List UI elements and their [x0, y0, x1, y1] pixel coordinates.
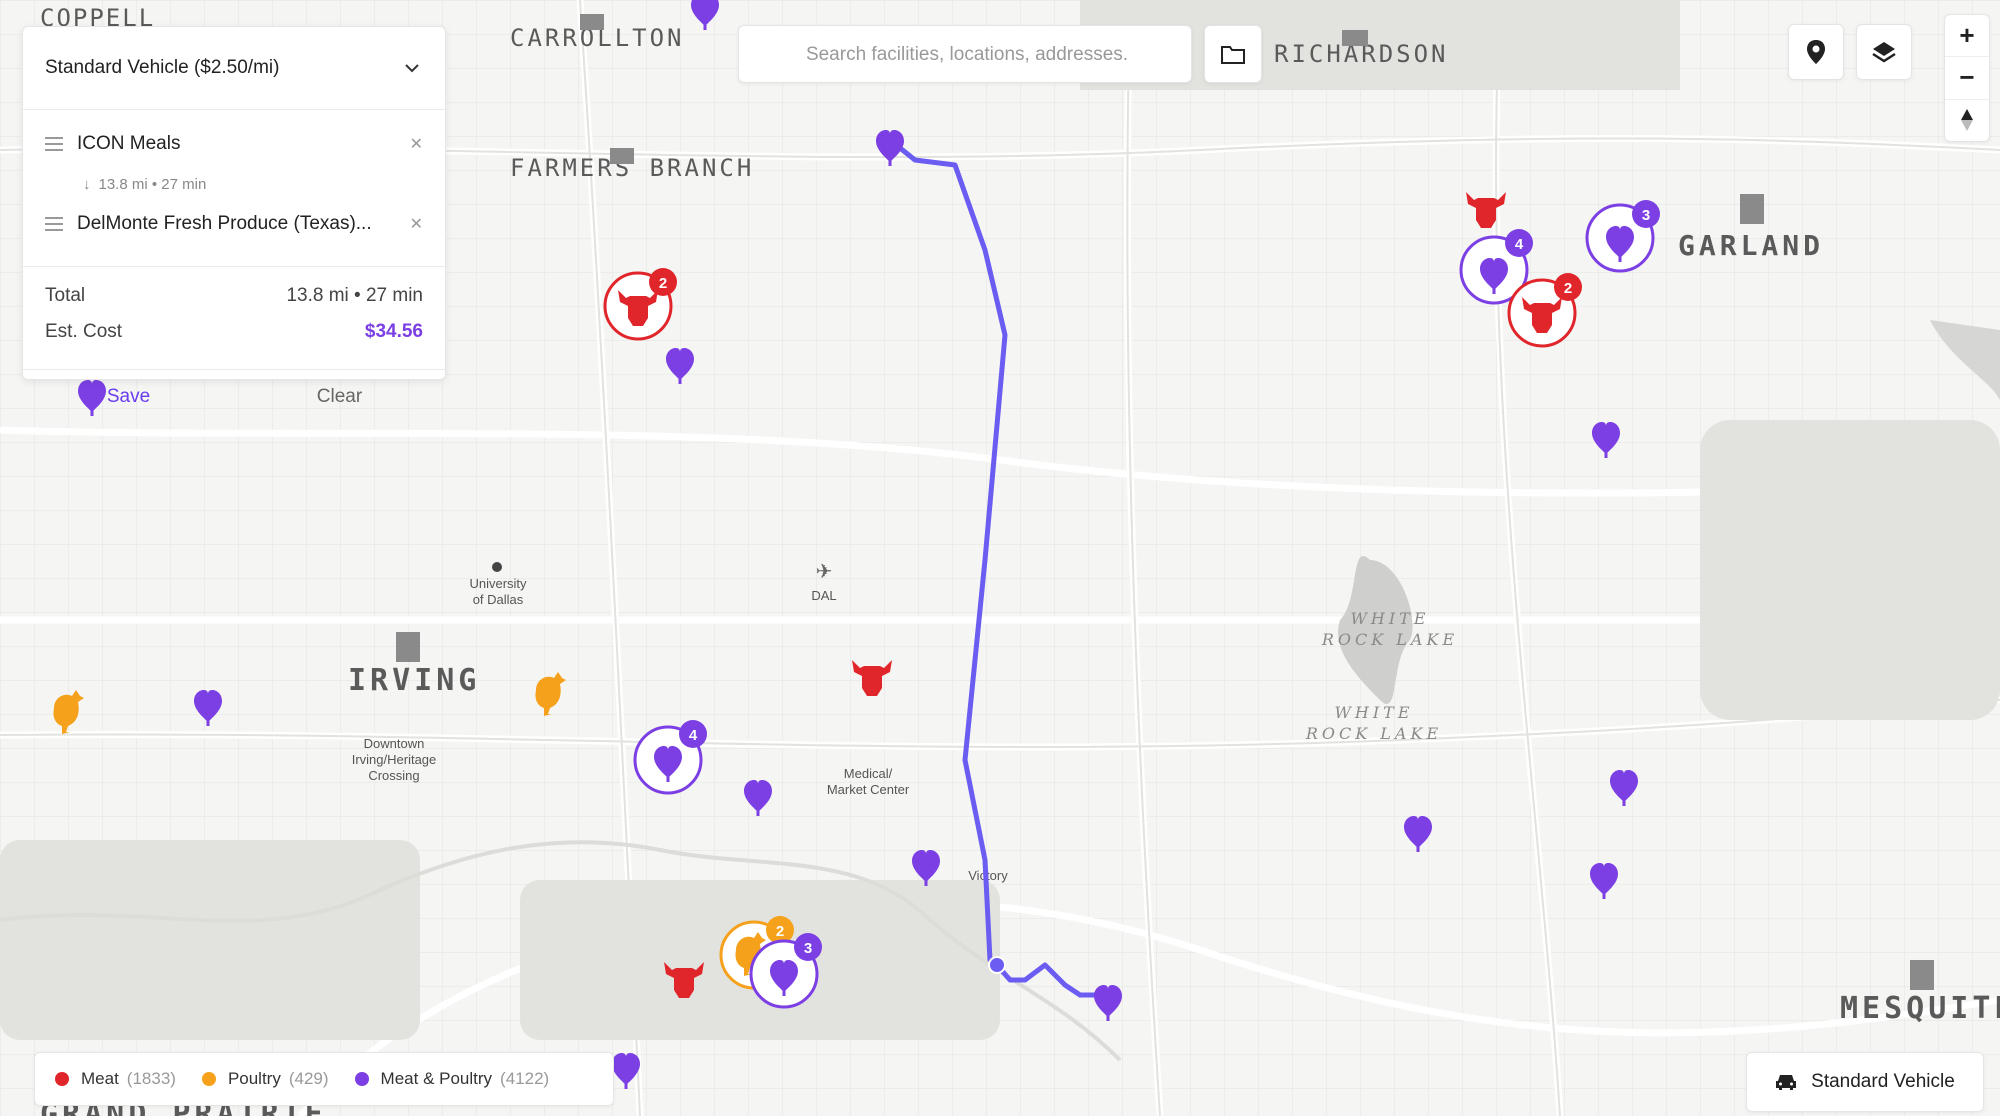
svg-text:4: 4	[1515, 236, 1524, 253]
landmark-medical-line2: Market Center	[827, 782, 910, 797]
drag-handle-icon[interactable]	[45, 217, 63, 231]
lake-label-1-line1: WHITE	[1350, 609, 1429, 628]
search-input[interactable]	[739, 26, 1195, 84]
route-stop-2[interactable]: DelMonte Fresh Produce (Texas)... ✕	[23, 204, 445, 244]
arrow-down-icon: ↓	[83, 175, 91, 193]
landmark-airport: DAL	[811, 588, 836, 603]
vehicle-button[interactable]: Standard Vehicle	[1746, 1052, 1984, 1112]
legend-label: Meat	[81, 1069, 119, 1088]
folder-button[interactable]	[1204, 25, 1262, 83]
svg-text:2: 2	[776, 923, 784, 940]
route-stop-name: DelMonte Fresh Produce (Texas)...	[77, 213, 372, 234]
airport-icon: ✈	[816, 561, 833, 583]
drag-handle-icon[interactable]	[45, 137, 63, 151]
route-waypoint-marker[interactable]	[988, 956, 1006, 974]
search-bar	[738, 25, 1195, 84]
route-leg-info: ↓ 13.8 mi • 27 min	[23, 164, 445, 204]
compass-button[interactable]	[1945, 100, 1989, 141]
city-label-garland: GARLAND	[1678, 229, 1824, 262]
legend-count: (429)	[288, 1069, 329, 1088]
cost-label: Est. Cost	[45, 321, 123, 342]
landmark-downtown-line1: Downtown	[364, 736, 425, 751]
legend-label: Meat & Poultry	[380, 1069, 493, 1088]
location-pin-icon	[1807, 40, 1825, 64]
svg-text:4: 4	[689, 727, 698, 744]
svg-text:3: 3	[1642, 207, 1650, 224]
route-panel: Standard Vehicle ($2.50/mi) ICON Meals ✕…	[22, 26, 446, 407]
landmark-downtown-line3: Crossing	[368, 768, 419, 783]
layers-icon	[1872, 42, 1896, 63]
layers-button[interactable]	[1856, 24, 1912, 80]
svg-text:2: 2	[1564, 280, 1572, 297]
map-legend: Meat (1833) Poultry (429) Meat & Poultry…	[34, 1052, 614, 1106]
route-stop-1[interactable]: ICON Meals ✕	[23, 124, 445, 164]
legend-item-meat[interactable]: Meat (1833)	[55, 1069, 176, 1089]
vehicle-select-value: Standard Vehicle ($2.50/mi)	[45, 57, 280, 78]
vehicle-button-label: Standard Vehicle	[1811, 1071, 1955, 1092]
university-dot-icon	[492, 562, 502, 572]
landmark-downtown-line2: Irving/Heritage	[352, 752, 437, 767]
svg-text:3: 3	[804, 940, 812, 957]
legend-count: (4122)	[500, 1069, 550, 1088]
landmark-medical-line1: Medical/	[844, 766, 893, 781]
zoom-in-button[interactable]: +	[1945, 15, 1989, 58]
total-label: Total	[45, 285, 86, 306]
legend-dot-poultry	[201, 1072, 216, 1086]
legend-dot-meat	[55, 1072, 69, 1086]
legend-dot-meat-poultry	[354, 1072, 369, 1086]
city-label-irving: IRVING	[348, 663, 480, 698]
lake-label-2-line2: ROCK LAKE	[1305, 724, 1442, 743]
remove-stop-icon[interactable]: ✕	[410, 134, 423, 154]
cost-value: $34.56	[364, 321, 423, 342]
zoom-control: + −	[1944, 14, 1990, 142]
remove-stop-icon[interactable]: ✕	[410, 214, 423, 234]
zoom-out-button[interactable]: −	[1945, 57, 1989, 100]
lake-label-2-line1: WHITE	[1334, 703, 1413, 722]
save-button[interactable]: Save	[23, 386, 234, 408]
location-button[interactable]	[1788, 24, 1844, 80]
legend-item-meat-poultry[interactable]: Meat & Poultry (4122)	[354, 1069, 550, 1089]
folder-icon	[1221, 46, 1245, 64]
legend-count: (1833)	[126, 1069, 176, 1088]
clear-button[interactable]: Clear	[234, 386, 445, 408]
route-stop-name: ICON Meals	[77, 133, 181, 154]
route-totals: Total 13.8 mi • 27 min Est. Cost $34.56	[23, 266, 445, 370]
legend-label: Poultry	[227, 1069, 281, 1088]
route-leg-text: 13.8 mi • 27 min	[98, 175, 207, 193]
chevron-down-icon	[405, 64, 419, 73]
legend-item-poultry[interactable]: Poultry (429)	[201, 1069, 329, 1089]
city-label-mesquite: MESQUITE	[1840, 991, 2000, 1026]
car-icon	[1776, 1075, 1797, 1090]
total-value: 13.8 mi • 27 min	[286, 285, 423, 306]
lake-label-1-line2: ROCK LAKE	[1321, 630, 1458, 649]
svg-text:2: 2	[659, 275, 667, 292]
compass-icon	[1961, 109, 1973, 132]
vehicle-select[interactable]: Standard Vehicle ($2.50/mi)	[23, 27, 445, 110]
landmark-university-line1: University	[469, 576, 527, 591]
landmark-university-line2: of Dallas	[473, 592, 524, 607]
